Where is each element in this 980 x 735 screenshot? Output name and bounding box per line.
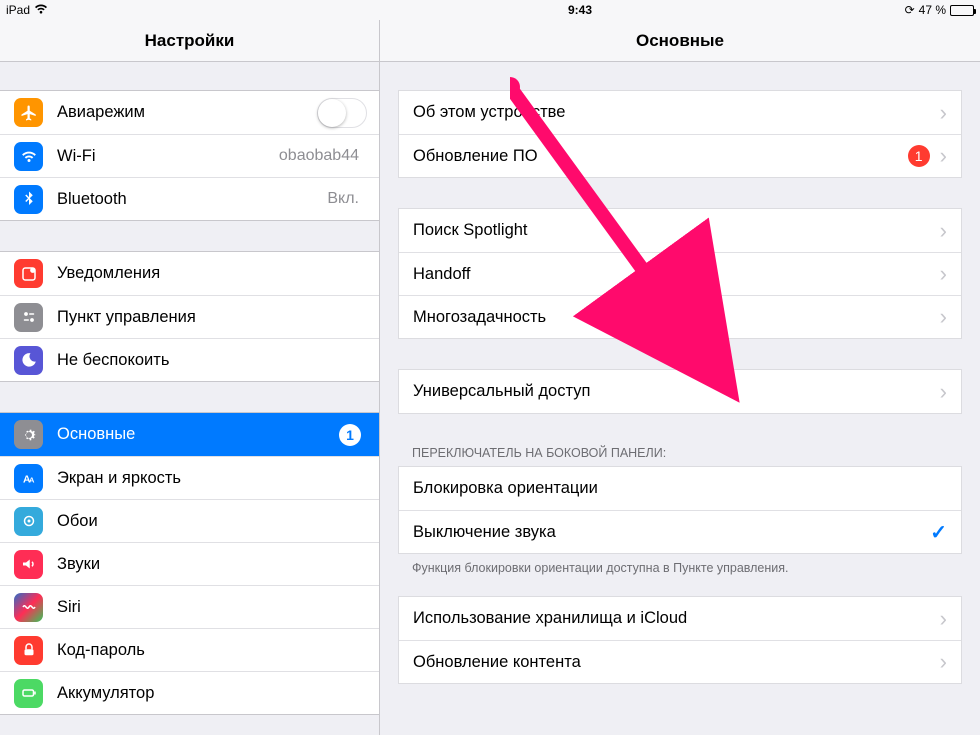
row-about[interactable]: Об этом устройстве › — [399, 91, 961, 134]
chevron-right-icon: › — [940, 304, 947, 330]
sidebar-item-battery[interactable]: Аккумулятор — [0, 671, 379, 714]
sidebar-group-general: Основные 1 AA Экран и яркость Обои Звуки… — [0, 412, 379, 715]
sidebar-group-connectivity: Авиарежим Wi-Fi obaobab44 Bluetooth Вкл. — [0, 90, 379, 221]
status-bar: iPad 9:43 ⟳ 47 % — [0, 0, 980, 20]
sidebar-item-sounds[interactable]: Звуки — [0, 542, 379, 585]
row-background-refresh[interactable]: Обновление контента › — [399, 640, 961, 683]
svg-text:A: A — [29, 476, 35, 485]
control-center-icon — [14, 303, 43, 332]
sidebar-item-wifi[interactable]: Wi-Fi obaobab44 — [0, 134, 379, 177]
row-storage-icloud[interactable]: Использование хранилища и iCloud › — [399, 597, 961, 640]
chevron-right-icon: › — [940, 143, 947, 169]
sidebar-item-wallpaper[interactable]: Обои — [0, 499, 379, 542]
side-switch-header: ПЕРЕКЛЮЧАТЕЛЬ НА БОКОВОЙ ПАНЕЛИ: — [398, 440, 962, 466]
wifi-icon — [14, 142, 43, 171]
general-badge: 1 — [339, 424, 361, 446]
bluetooth-value: Вкл. — [327, 190, 359, 208]
row-mute[interactable]: Выключение звука ✓ — [399, 510, 961, 553]
notifications-icon — [14, 259, 43, 288]
general-detail-panel[interactable]: Об этом устройстве › Обновление ПО 1 › П… — [380, 62, 980, 735]
row-handoff[interactable]: Handoff › — [399, 252, 961, 295]
chevron-right-icon: › — [940, 649, 947, 675]
chevron-right-icon: › — [940, 100, 947, 126]
row-multitasking[interactable]: Многозадачность › — [399, 295, 961, 338]
sidebar-group-notifications: Уведомления Пункт управления Не беспокои… — [0, 251, 379, 382]
chevron-right-icon: › — [940, 218, 947, 244]
device-label: iPad — [6, 3, 30, 17]
clock: 9:43 — [386, 3, 774, 17]
chevron-right-icon: › — [940, 261, 947, 287]
sidebar-item-dnd[interactable]: Не беспокоить — [0, 338, 379, 381]
wifi-icon — [34, 3, 48, 17]
chevron-right-icon: › — [940, 606, 947, 632]
settings-sidebar[interactable]: Авиарежим Wi-Fi obaobab44 Bluetooth Вкл.… — [0, 62, 380, 735]
row-software-update[interactable]: Обновление ПО 1 › — [399, 134, 961, 177]
check-icon: ✓ — [930, 520, 947, 545]
chevron-right-icon: › — [940, 379, 947, 405]
gear-icon — [14, 420, 43, 449]
header-bar: Настройки Основные — [0, 20, 980, 62]
battery-icon — [14, 679, 43, 708]
airplane-toggle[interactable] — [317, 98, 367, 128]
detail-title: Основные — [636, 31, 724, 51]
battery-percent: 47 % — [919, 3, 946, 17]
sidebar-item-notifications[interactable]: Уведомления — [0, 252, 379, 295]
sidebar-item-general[interactable]: Основные 1 — [0, 413, 379, 456]
update-badge: 1 — [908, 145, 930, 167]
battery-icon — [950, 5, 974, 16]
moon-icon — [14, 346, 43, 375]
sidebar-item-control-center[interactable]: Пункт управления — [0, 295, 379, 338]
display-icon: AA — [14, 464, 43, 493]
sidebar-item-display[interactable]: AA Экран и яркость — [0, 456, 379, 499]
row-accessibility[interactable]: Универсальный доступ › — [399, 370, 961, 413]
sidebar-item-bluetooth[interactable]: Bluetooth Вкл. — [0, 177, 379, 220]
airplane-icon — [14, 98, 43, 127]
row-lock-rotation[interactable]: Блокировка ориентации — [399, 467, 961, 510]
sidebar-item-passcode[interactable]: Код-пароль — [0, 628, 379, 671]
orientation-lock-icon: ⟳ — [905, 3, 915, 17]
side-switch-footer: Функция блокировки ориентации доступна в… — [398, 554, 962, 582]
sidebar-item-airplane[interactable]: Авиарежим — [0, 91, 379, 134]
lock-icon — [14, 636, 43, 665]
wifi-value: obaobab44 — [279, 147, 359, 165]
wallpaper-icon — [14, 507, 43, 536]
siri-icon — [14, 593, 43, 622]
row-spotlight[interactable]: Поиск Spotlight › — [399, 209, 961, 252]
sounds-icon — [14, 550, 43, 579]
bluetooth-icon — [14, 185, 43, 214]
sidebar-title: Настройки — [145, 31, 235, 51]
sidebar-item-siri[interactable]: Siri — [0, 585, 379, 628]
